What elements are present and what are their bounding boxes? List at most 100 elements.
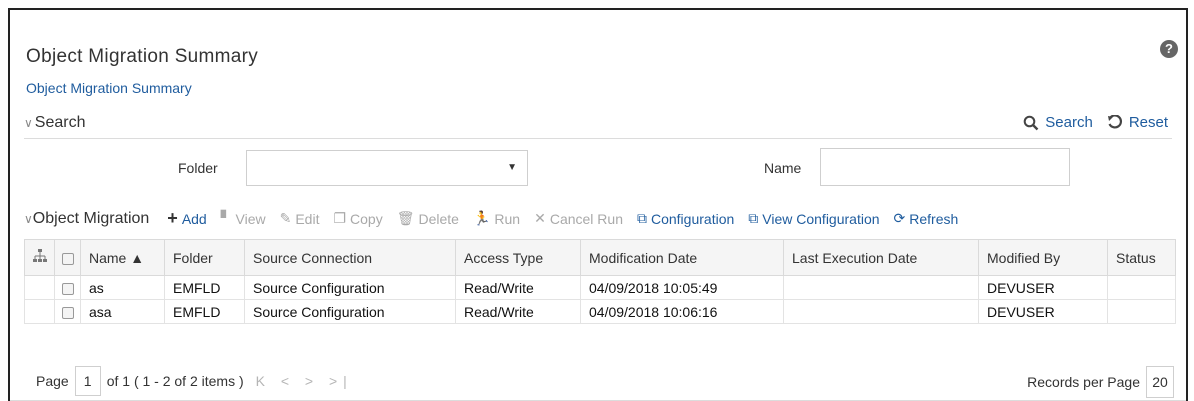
reset-button[interactable]: Reset [1107, 114, 1168, 131]
checkbox-icon [61, 252, 74, 265]
search-button-label: Search [1045, 114, 1093, 131]
plus-icon: + [167, 208, 178, 228]
cell-name: asa [80, 299, 165, 324]
edit-button[interactable]: ✎ Edit [280, 210, 320, 227]
table-row[interactable]: asa EMFLD Source Configuration Read/Writ… [24, 299, 1176, 324]
cell-modification-date: 04/09/2018 10:05:49 [580, 275, 784, 300]
cell-source-connection: Source Configuration [244, 275, 456, 300]
cell-modified-by: DEVUSER [978, 299, 1108, 324]
table-header-row: Name ▲ Folder Source Connection Access T… [24, 239, 1176, 276]
cell-last-execution-date [783, 275, 979, 300]
cell-source-connection: Source Configuration [244, 299, 456, 324]
view-configuration-button[interactable]: ⧉ View Configuration [748, 210, 879, 227]
search-icon [1023, 115, 1039, 130]
page-nav-icons[interactable]: K < > >| [256, 373, 353, 389]
copy-icon: ❐ [333, 210, 347, 226]
column-modified-by[interactable]: Modified By [978, 239, 1108, 276]
trash-icon: 🗑 [396, 210, 415, 226]
configuration-icon: ⧉ [636, 210, 647, 226]
cell-access-type: Read/Write [455, 299, 581, 324]
view-label: View [235, 210, 266, 227]
cell-folder: EMFLD [164, 275, 245, 300]
row-spacer [24, 299, 55, 324]
column-name[interactable]: Name ▲ [80, 239, 165, 276]
refresh-label: Refresh [909, 210, 959, 227]
cell-modification-date: 04/09/2018 10:06:16 [580, 299, 784, 324]
column-last-execution-date[interactable]: Last Execution Date [783, 239, 979, 276]
dropdown-caret-icon: ▼ [507, 162, 517, 173]
cell-modified-by: DEVUSER [978, 275, 1108, 300]
name-label: Name [764, 160, 802, 176]
cell-status [1107, 299, 1176, 324]
column-access-type[interactable]: Access Type [455, 239, 581, 276]
records-per-page-label: Records per Page [1027, 374, 1140, 390]
page-title: Object Migration Summary [26, 46, 259, 67]
object-migration-section-header[interactable]: ∨Object Migration [24, 210, 149, 228]
edit-icon: ✎ [279, 210, 292, 226]
copy-button[interactable]: ❐ Copy [333, 210, 382, 227]
column-folder[interactable]: Folder [164, 239, 245, 276]
column-modification-date[interactable]: Modification Date [580, 239, 784, 276]
column-status[interactable]: Status [1107, 239, 1176, 276]
cancel-run-label: Cancel Run [549, 210, 623, 227]
table-row[interactable]: as EMFLD Source Configuration Read/Write… [24, 275, 1176, 300]
reset-button-label: Reset [1128, 114, 1168, 131]
chevron-down-icon: ∨ [24, 116, 33, 130]
breadcrumb[interactable]: Object Migration Summary [26, 80, 192, 96]
object-migration-toolbar: ∨Object Migration + Add ▘ View ✎ Edit ❐ Copy… [24, 208, 972, 229]
records-per-page-input[interactable]: 20 [1146, 366, 1174, 398]
cancel-run-button[interactable]: ✕ Cancel Run [534, 210, 623, 227]
hierarchy-icon-svg [32, 249, 47, 262]
delete-label: Delete [418, 210, 459, 227]
cell-access-type: Read/Write [455, 275, 581, 300]
delete-button[interactable]: 🗑 Delete [397, 210, 459, 227]
object-migration-table: Name ▲ Folder Source Connection Access T… [24, 239, 1176, 324]
page-label: Page [36, 373, 69, 389]
row-checkbox[interactable] [54, 299, 81, 324]
row-spacer [24, 275, 55, 300]
cell-name: as [80, 275, 165, 300]
name-input[interactable] [820, 148, 1070, 186]
cell-folder: EMFLD [164, 299, 245, 324]
folder-select[interactable]: ▼ [246, 150, 528, 186]
view-configuration-icon: ⧉ [748, 210, 759, 226]
search-section-header[interactable]: ∨ Search [24, 114, 86, 132]
row-checkbox[interactable] [54, 275, 81, 300]
checkbox-icon [61, 306, 74, 319]
search-actions: Search Reset [1023, 114, 1168, 131]
refresh-button[interactable]: ⟳ Refresh [894, 210, 959, 227]
column-source-connection[interactable]: Source Connection [244, 239, 456, 276]
records-per-page: Records per Page 20 [1027, 366, 1174, 398]
cancel-run-icon: ✕ [534, 210, 546, 226]
run-icon: 🏃 [472, 210, 491, 226]
pagination: Page 1 of 1 ( 1 - 2 of 2 items ) K < > >… [36, 366, 353, 396]
copy-label: Copy [350, 210, 383, 227]
search-divider [24, 138, 1172, 139]
cell-status [1107, 275, 1176, 300]
chevron-down-icon: ∨ [24, 211, 33, 226]
object-migration-label: Object Migration [32, 209, 150, 227]
add-button[interactable]: + Add [167, 208, 206, 229]
folder-label: Folder [178, 160, 218, 176]
edit-label: Edit [295, 210, 320, 227]
configuration-button[interactable]: ⧉ Configuration [637, 210, 734, 227]
main-panel: Object Migration Summary ? Object Migrat… [8, 8, 1188, 401]
run-button[interactable]: 🏃 Run [473, 210, 520, 227]
help-icon[interactable]: ? [1160, 40, 1178, 58]
page-number-input[interactable]: 1 [74, 366, 101, 396]
search-section-label: Search [34, 114, 86, 131]
view-button[interactable]: ▘ View [221, 210, 266, 227]
refresh-icon: ⟳ [893, 210, 906, 226]
select-all-checkbox[interactable] [54, 239, 81, 276]
hierarchy-icon[interactable] [24, 239, 55, 276]
reset-icon [1107, 114, 1122, 128]
configuration-label: Configuration [650, 210, 735, 227]
view-icon: ▘ [220, 210, 232, 226]
view-configuration-label: View Configuration [762, 210, 880, 227]
search-button[interactable]: Search [1023, 114, 1093, 131]
page-summary: of 1 ( 1 - 2 of 2 items ) [106, 373, 244, 389]
checkbox-icon [61, 282, 74, 295]
run-label: Run [494, 210, 521, 227]
add-label: Add [181, 210, 207, 227]
cell-last-execution-date [783, 299, 979, 324]
